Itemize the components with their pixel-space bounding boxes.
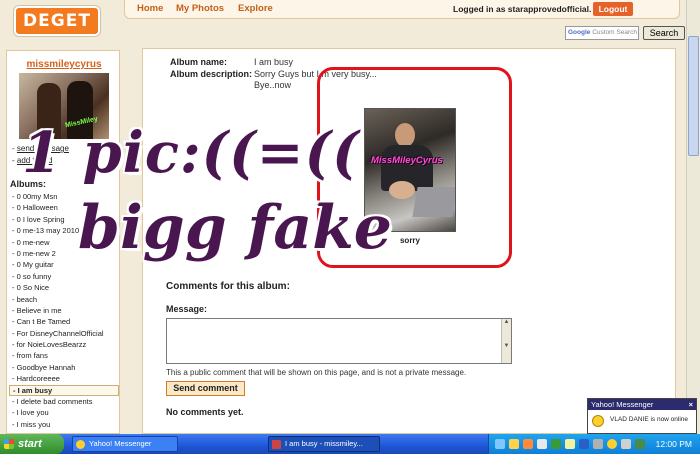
app-tray-icon[interactable] [635, 439, 645, 449]
app-tray-icon[interactable] [565, 439, 575, 449]
smiley-icon [592, 415, 604, 427]
comment-hint: This a public comment that will be shown… [166, 368, 467, 377]
album-list-item[interactable]: - Hardcoreeee [9, 373, 119, 384]
browser-icon [272, 440, 281, 449]
search-placeholder: Custom Search [592, 29, 637, 36]
task-label: I am busy - missmiley... [285, 439, 363, 448]
app-tray-icon[interactable] [551, 439, 561, 449]
album-list-item[interactable]: - I delete bad comments [9, 396, 119, 407]
album-list-item[interactable]: - Goodbye Hannah [9, 362, 119, 373]
network-icon[interactable] [495, 439, 505, 449]
start-button[interactable]: start [0, 434, 64, 454]
album-name-label: Album name: [170, 57, 228, 67]
album-list-item[interactable]: - for NoieLovesBearzz [9, 339, 119, 350]
message-label: Message: [166, 304, 208, 314]
album-name-value: I am busy [254, 57, 294, 67]
album-description-label: Album description: [170, 69, 253, 79]
nav-home[interactable]: Home [137, 3, 163, 14]
app-tray-icon[interactable] [593, 439, 603, 449]
album-list-item[interactable]: - 0 so funny [9, 271, 119, 282]
site-logo[interactable]: DEGET [14, 6, 100, 36]
comments-heading: Comments for this album: [166, 281, 290, 292]
nav-explore[interactable]: Explore [238, 3, 273, 14]
task-label: Yahoo! Messenger [89, 439, 152, 448]
volume-icon[interactable] [621, 439, 631, 449]
album-list-item[interactable]: - 0 So Nice [9, 282, 119, 293]
system-tray: 12:00 PM [488, 434, 700, 454]
top-nav-bar: Home My Photos Explore Logged in as star… [124, 0, 680, 19]
message-textarea[interactable]: ▲ ▼ [166, 318, 512, 364]
album-list-item[interactable]: - I am busy [9, 384, 119, 397]
notification-body: VLAD DANIE is now online [588, 410, 696, 427]
notification-titlebar: Yahoo! Messenger × [588, 399, 696, 410]
search-button[interactable]: Search [643, 26, 685, 40]
taskbar: start Yahoo! Messenger I am busy - missm… [0, 434, 700, 454]
album-list-item[interactable]: - I miss you [9, 419, 119, 430]
overlay-text-line2: bigg fake [78, 193, 392, 263]
album-list-item[interactable]: - Can t Be Tamed [9, 316, 119, 327]
album-list-item[interactable]: - from fans [9, 350, 119, 361]
page-scrollbar[interactable] [686, 0, 700, 434]
app-tray-icon[interactable] [579, 439, 589, 449]
search-input[interactable]: Google Custom Search [565, 26, 639, 40]
start-label: start [18, 438, 42, 450]
photo-watermark: MissMileyCyrus [371, 155, 443, 166]
send-comment-button[interactable]: Send comment [166, 381, 245, 396]
album-description-line2: Bye..now [254, 80, 292, 90]
app-tray-icon[interactable] [537, 439, 547, 449]
google-brand: Google [568, 29, 591, 36]
album-list-item[interactable]: - Believe in me [9, 305, 119, 316]
clock: 12:00 PM [655, 439, 692, 449]
windows-logo-icon [4, 439, 14, 449]
smiley-icon [76, 440, 85, 449]
nav-my-photos[interactable]: My Photos [176, 3, 224, 14]
logo-text: DEGET [23, 11, 91, 31]
smiley-icon[interactable] [607, 439, 617, 449]
overlay-text-line1: 1 pic:((=(( [22, 120, 360, 186]
logout-button[interactable]: Logout [593, 2, 633, 16]
photo-figure-head-2 [389, 181, 415, 199]
profile-username[interactable]: missmileycyrus [7, 59, 121, 70]
no-comments-text: No comments yet. [166, 407, 244, 417]
task-yahoo-messenger[interactable]: Yahoo! Messenger [72, 436, 178, 452]
textarea-scrollbar[interactable]: ▲ ▼ [501, 319, 511, 363]
messenger-notification[interactable]: Yahoo! Messenger × VLAD DANIE is now onl… [587, 398, 697, 434]
album-list-item[interactable]: - I love you [9, 407, 119, 418]
notification-title: Yahoo! Messenger [591, 400, 654, 409]
logged-in-status: Logged in as starapprovedofficial. [453, 4, 592, 14]
notification-message: VLAD DANIE is now online [610, 416, 689, 423]
close-icon[interactable]: × [689, 399, 693, 410]
task-browser[interactable]: I am busy - missmiley... [268, 436, 380, 452]
album-list-item[interactable]: - For DisneyChannelOfficial [9, 328, 119, 339]
photo-laptop [412, 187, 455, 217]
scrollbar-thumb[interactable] [688, 36, 699, 156]
app-tray-icon[interactable] [523, 439, 533, 449]
album-list-item[interactable]: - beach [9, 294, 119, 305]
photo-figure-head [395, 123, 415, 147]
messenger-tray-icon[interactable] [509, 439, 519, 449]
